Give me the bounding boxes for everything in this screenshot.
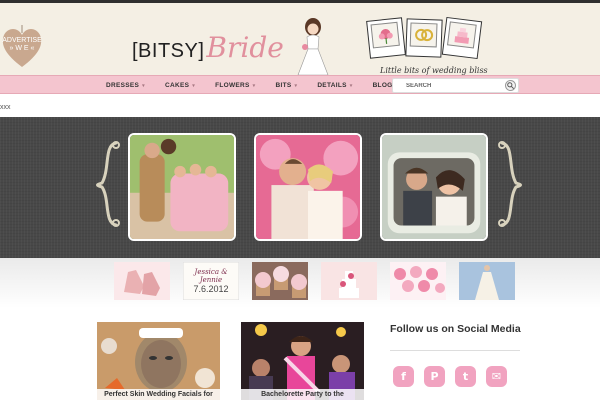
slide-photo-1[interactable] [128, 133, 236, 241]
polaroid-flowers [366, 17, 406, 59]
search-box [392, 78, 519, 93]
tagline: Little bits of wedding bliss [380, 66, 488, 75]
site-logo[interactable]: [BITSY] Bride [132, 31, 284, 64]
polaroid-group [366, 15, 486, 63]
chevron-down-icon: ▾ [142, 83, 145, 89]
nav-item-flowers[interactable]: FLOWERS ▾ [205, 76, 265, 95]
post-caption: Bachelorette Party to the [241, 389, 364, 400]
divider [390, 350, 520, 351]
nav-item-bits[interactable]: BITS ▾ [265, 76, 307, 95]
cake-icon [453, 27, 469, 44]
chevron-down-icon: ▾ [349, 83, 353, 89]
right-brace-ornament[interactable] [496, 139, 524, 229]
pinterest-icon[interactable]: P [424, 366, 445, 387]
nav-label: FLOWERS [215, 82, 250, 89]
search-button[interactable] [505, 80, 516, 91]
cake-pops-image [390, 262, 446, 300]
slide-photo-2[interactable] [254, 133, 362, 241]
polaroid-rings [405, 18, 443, 58]
rings-icon [414, 28, 433, 42]
thumb-dress[interactable] [459, 262, 515, 300]
nav-label: BLOG [372, 82, 393, 89]
logo-bride-text: Bride [206, 31, 284, 64]
nav-label: CAKES [164, 82, 190, 89]
thumbnail-strip: Jessica & Jennie 7.6.2012 [0, 258, 600, 308]
nav-label: BITS [275, 82, 292, 89]
left-brace-ornament[interactable] [94, 139, 122, 229]
nav-label: DETAILS [317, 82, 347, 89]
facebook-icon[interactable]: f [393, 366, 414, 387]
nav-item-cakes[interactable]: CAKES ▾ [155, 76, 205, 95]
nav-item-details[interactable]: DETAILS ▾ [307, 76, 362, 95]
search-input[interactable] [393, 79, 503, 92]
couple-car-photo [382, 135, 486, 239]
email-icon[interactable]: ✉ [486, 366, 507, 387]
social-heading: Follow us on Social Media [390, 323, 521, 335]
bride-illustration [297, 18, 329, 76]
thumb-cupcakes[interactable] [252, 262, 308, 300]
advertise-sub: » W E « [9, 45, 35, 52]
search-icon [507, 82, 514, 89]
wedding-dress-image [459, 262, 515, 300]
nav-label: DRESSES [106, 82, 140, 89]
chevron-down-icon: ▾ [294, 83, 298, 89]
invitation-date: 7.6.2012 [193, 284, 229, 294]
post-card-bachelorette[interactable]: Bachelorette Party to the [241, 322, 364, 400]
thumb-cake[interactable] [321, 262, 377, 300]
thumb-invitation[interactable]: Jessica & Jennie 7.6.2012 [183, 262, 239, 300]
main-nav: DRESSES ▾ CAKES ▾ FLOWERS ▾ BITS ▾ DETAILS ▾ … [0, 75, 600, 94]
couple-kiss-photo [256, 135, 360, 239]
thumb-shoes[interactable] [114, 262, 170, 300]
chevron-down-icon: ▾ [252, 83, 256, 89]
stray-text: xxx [0, 104, 11, 111]
pink-shoes-image [114, 262, 170, 300]
tiered-cake-image [321, 262, 377, 300]
site-header: ADVERTISE » W E « [BITSY] Bride Little b… [0, 3, 600, 76]
nav-item-dresses[interactable]: DRESSES ▾ [96, 76, 155, 95]
wedding-party-photo [130, 135, 234, 239]
chevron-down-icon: ▾ [192, 83, 196, 89]
twitter-icon[interactable]: t [455, 366, 476, 387]
advertise-label: ADVERTISE [2, 37, 42, 44]
invitation-names: Jessica & Jennie [194, 268, 228, 284]
featured-slider [0, 117, 600, 258]
slide-photo-3[interactable] [380, 133, 488, 241]
post-card-facials[interactable]: Perfect Skin Wedding Facials for [97, 322, 220, 400]
flower-icon [378, 29, 393, 45]
cupcakes-image [252, 262, 308, 300]
logo-bitsy-text: [BITSY] [132, 40, 205, 62]
thumb-cakepops[interactable] [390, 262, 446, 300]
post-caption: Perfect Skin Wedding Facials for [97, 389, 220, 400]
polaroid-cake [441, 16, 483, 60]
social-icon-row: f P t ✉ [393, 366, 507, 387]
advertise-heart-badge[interactable]: ADVERTISE » W E « [0, 25, 44, 69]
